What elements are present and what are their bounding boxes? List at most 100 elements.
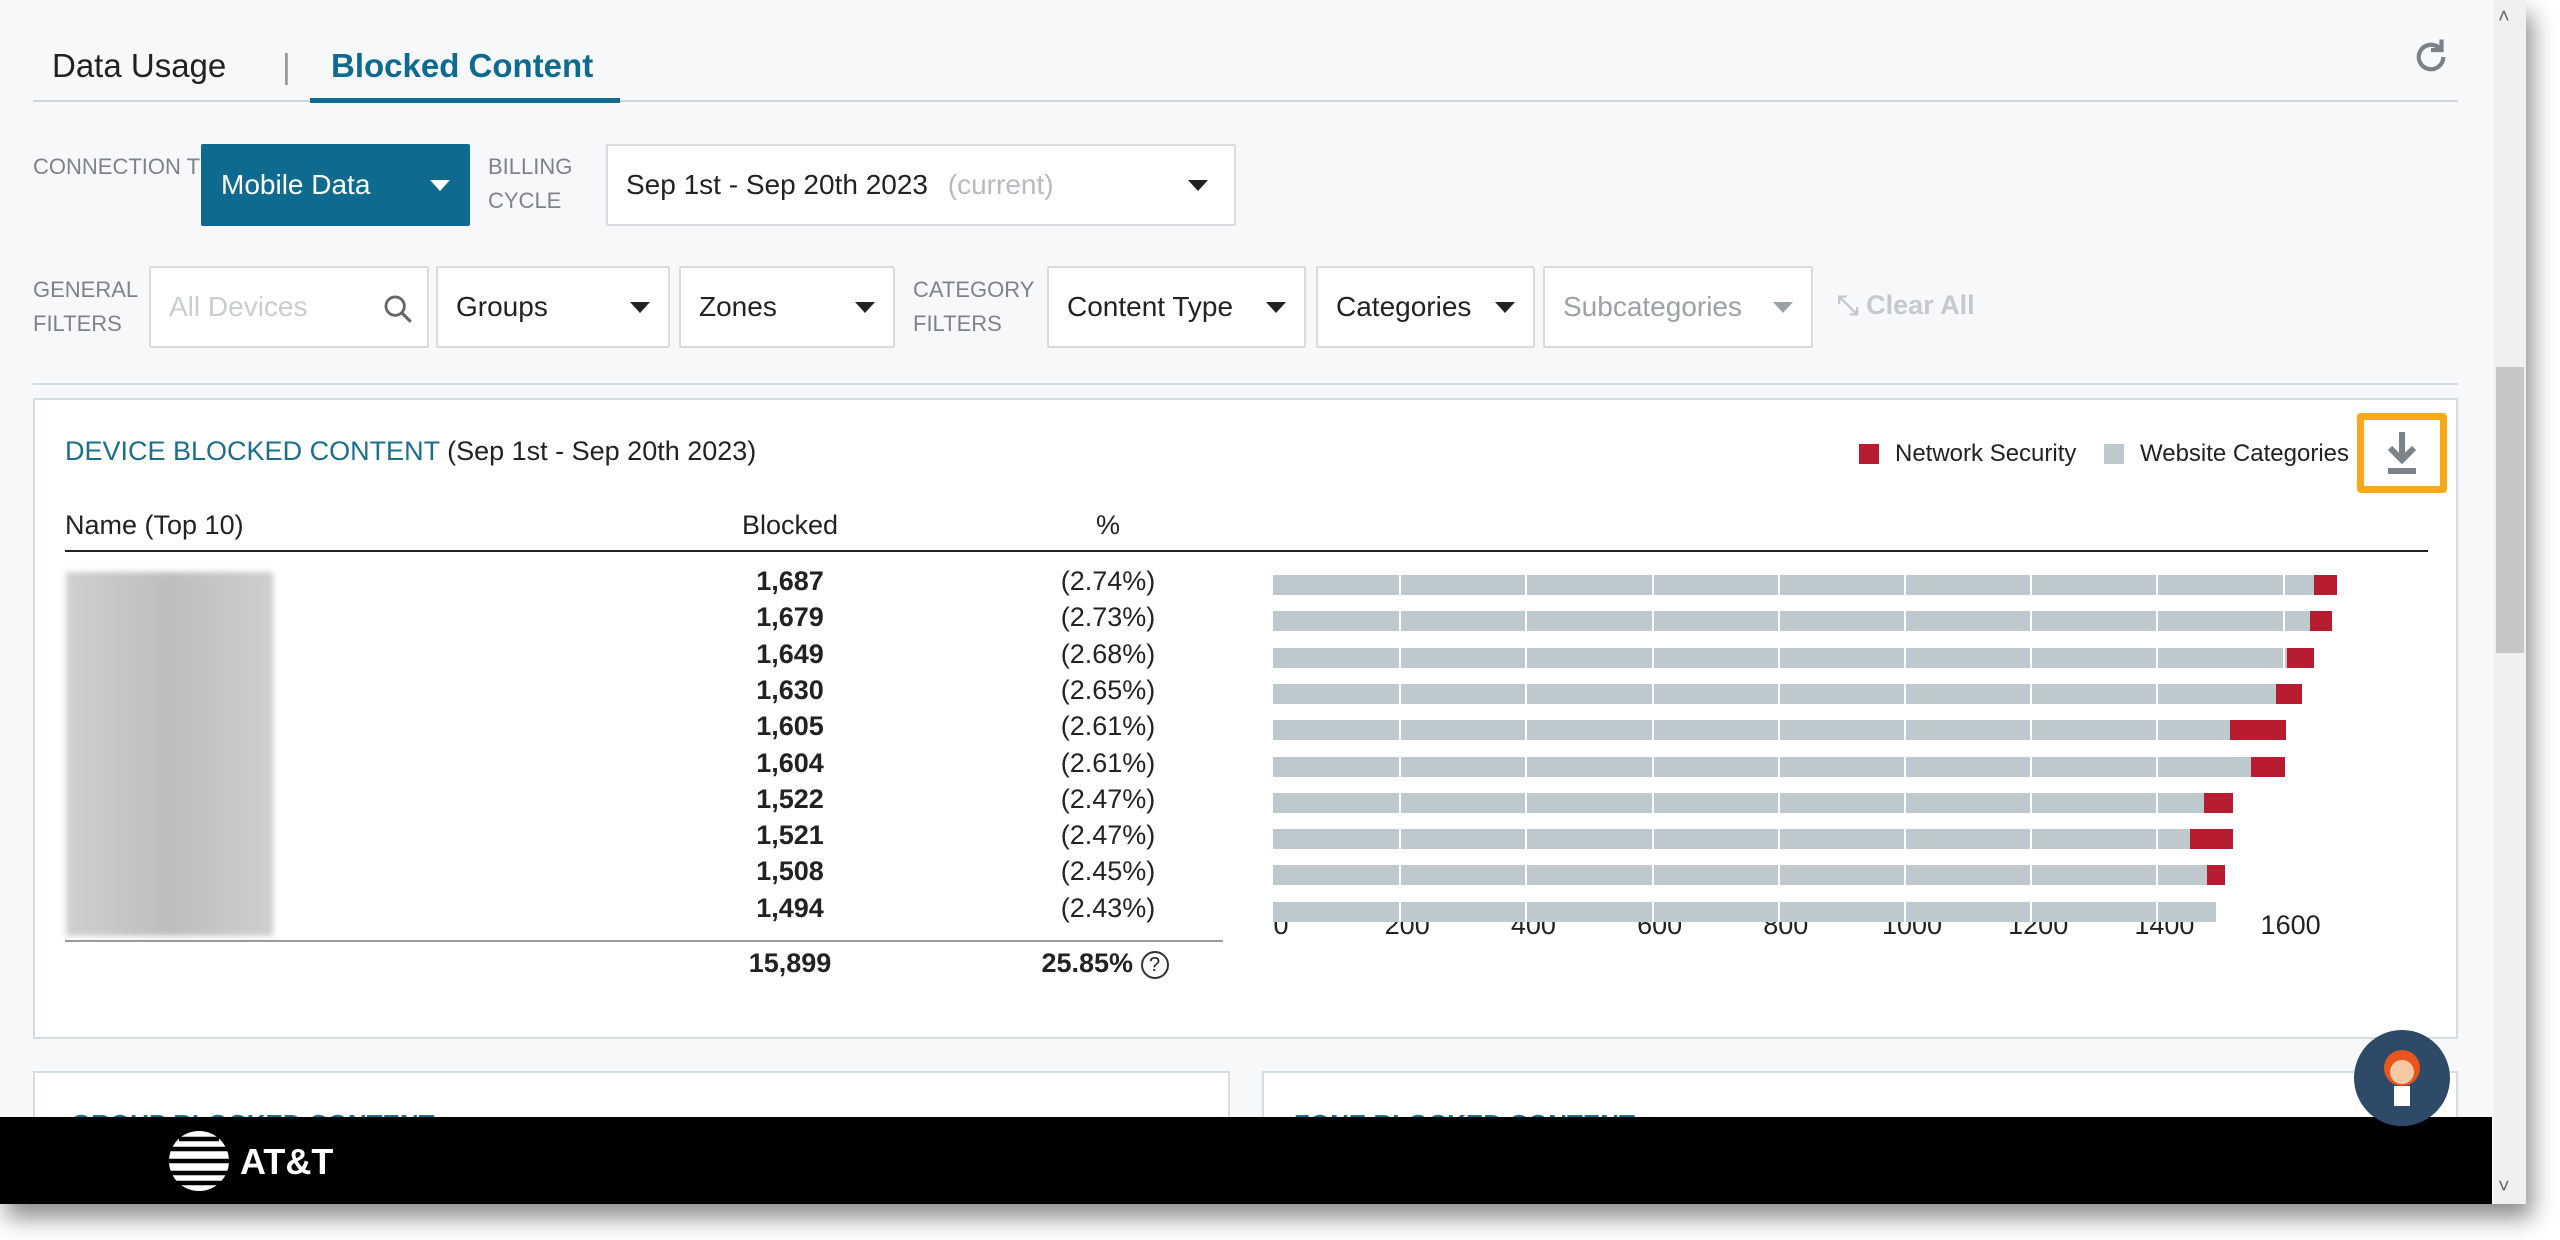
table-row: 1,494 (2.43%) <box>35 893 2435 929</box>
header-rule <box>65 550 2428 552</box>
bar-network-security[interactable] <box>2230 720 2286 741</box>
gridline <box>1399 611 1402 632</box>
bar-website-categories[interactable] <box>1273 829 2190 850</box>
scroll-up-icon[interactable]: ˄ <box>2498 6 2510 29</box>
gridline <box>1525 756 1528 777</box>
zones-dropdown[interactable]: Zones <box>679 266 895 348</box>
blocked-count: 1,630 <box>756 674 824 705</box>
download-button[interactable] <box>2357 413 2447 493</box>
table-row: 1,630 (2.65%) <box>35 675 2435 711</box>
gridline <box>1651 611 1654 632</box>
gridline <box>1651 865 1654 886</box>
legend-swatch-network-security <box>1859 444 1879 464</box>
chevron-down-icon <box>1773 302 1793 313</box>
groups-label: Groups <box>456 291 548 322</box>
gridline <box>1651 756 1654 777</box>
card-title: DEVICE BLOCKED CONTENT (Sep 1st - Sep 20… <box>65 436 757 466</box>
subcategories-dropdown[interactable]: Subcategories <box>1543 266 1813 348</box>
general-filters-label: GENERAL FILTERS <box>33 277 138 336</box>
blocked-percent: (2.61%) <box>1060 747 1156 778</box>
blocked-count: 1,522 <box>756 783 824 814</box>
categories-dropdown[interactable]: Categories <box>1316 266 1535 348</box>
table-row: 1,649 (2.68%) <box>35 639 2435 675</box>
blocked-count: 1,605 <box>756 711 824 742</box>
scroll-down-icon[interactable]: ˅ <box>2498 1176 2510 1199</box>
blocked-percent: (2.61%) <box>1060 711 1156 742</box>
blocked-percent: (2.65%) <box>1060 674 1156 705</box>
billing-cycle-value: Sep 1st - Sep 20th 2023 <box>626 169 928 200</box>
clear-icon: ⤡ <box>1837 290 1867 320</box>
gridline <box>2030 901 2033 922</box>
column-header-name: Name (Top 10) <box>65 510 244 540</box>
bar-website-categories[interactable] <box>1273 611 2310 632</box>
billing-cycle-dropdown[interactable]: Sep 1st - Sep 20th 2023 (current) <box>606 144 1236 226</box>
connection-type-dropdown[interactable]: Mobile Data <box>201 144 470 226</box>
gridline <box>1777 901 1780 922</box>
gridline <box>2156 575 2159 595</box>
gridline <box>1399 901 1402 922</box>
total-percent: 25.85% ? <box>1005 948 1205 979</box>
blocked-percent: (2.45%) <box>1060 856 1156 887</box>
tab-data-usage[interactable]: Data Usage <box>52 44 226 94</box>
gridline <box>2156 756 2159 777</box>
bar-website-categories[interactable] <box>1273 720 2231 741</box>
gridline <box>1399 575 1402 595</box>
column-header-percent: % <box>1095 510 1120 540</box>
blocked-count: 1,508 <box>756 856 824 887</box>
gridline <box>1525 575 1528 595</box>
att-globe-logo <box>167 1131 231 1191</box>
bar-network-security[interactable] <box>2203 792 2234 813</box>
bar-network-security[interactable] <box>2287 647 2314 668</box>
content-type-label: Content Type <box>1067 291 1234 322</box>
bar-network-security[interactable] <box>2309 611 2333 632</box>
bar-website-categories[interactable] <box>1273 756 2252 777</box>
clear-all-button[interactable]: ⤡ Clear All <box>1837 290 1975 322</box>
bar-website-categories[interactable] <box>1273 683 2277 704</box>
gridline <box>2156 829 2159 850</box>
legend-network-security: Network Security <box>1895 440 2077 467</box>
tab-blocked-content[interactable]: Blocked Content <box>331 44 593 94</box>
chat-assistant-button[interactable] <box>2354 1030 2450 1126</box>
bar-website-categories[interactable] <box>1273 901 2216 922</box>
bar-network-security[interactable] <box>2314 575 2338 595</box>
download-icon <box>2387 432 2417 474</box>
gridline <box>1777 720 1780 741</box>
bar-website-categories[interactable] <box>1273 792 2204 813</box>
gridline <box>1525 683 1528 704</box>
bar-network-security[interactable] <box>2206 865 2225 886</box>
table-row: 1,508 (2.45%) <box>35 856 2435 892</box>
gridline <box>1904 683 1906 704</box>
bar-network-security[interactable] <box>2189 829 2233 850</box>
scrollbar-track[interactable]: ˄ ˅ <box>2494 0 2526 1204</box>
chevron-down-icon <box>1188 180 1208 191</box>
gridline <box>2030 829 2033 850</box>
billing-cycle-label: BILLING CYCLE <box>488 154 573 213</box>
zones-label: Zones <box>699 291 777 322</box>
scrollbar-thumb[interactable] <box>2496 367 2524 653</box>
gridline <box>1651 901 1654 922</box>
bar-website-categories[interactable] <box>1273 647 2288 668</box>
total-rule <box>65 940 1223 942</box>
gridline <box>1525 647 1528 668</box>
gridline <box>2030 756 2033 777</box>
content-type-dropdown[interactable]: Content Type <box>1047 266 1306 348</box>
bar-network-security[interactable] <box>2276 683 2302 704</box>
groups-dropdown[interactable]: Groups <box>436 266 670 348</box>
device-search-input[interactable]: All Devices <box>149 266 429 348</box>
refresh-icon[interactable] <box>2410 36 2452 78</box>
help-icon[interactable]: ? <box>1140 950 1169 979</box>
gridline <box>1399 792 1402 813</box>
gridline <box>1777 611 1780 632</box>
bar-network-security[interactable] <box>2251 756 2286 777</box>
gridline <box>2282 611 2285 632</box>
gridline <box>2156 720 2159 741</box>
bar-website-categories[interactable] <box>1273 865 2207 886</box>
chevron-down-icon <box>430 180 450 191</box>
gridline <box>1651 829 1654 850</box>
legend-website-categories: Website Categories <box>2140 440 2349 467</box>
att-brand: AT&T <box>240 1141 334 1182</box>
gridline <box>1399 756 1402 777</box>
blocked-percent: (2.47%) <box>1060 820 1156 851</box>
chevron-down-icon <box>1495 302 1515 313</box>
gridline <box>1904 829 1906 850</box>
